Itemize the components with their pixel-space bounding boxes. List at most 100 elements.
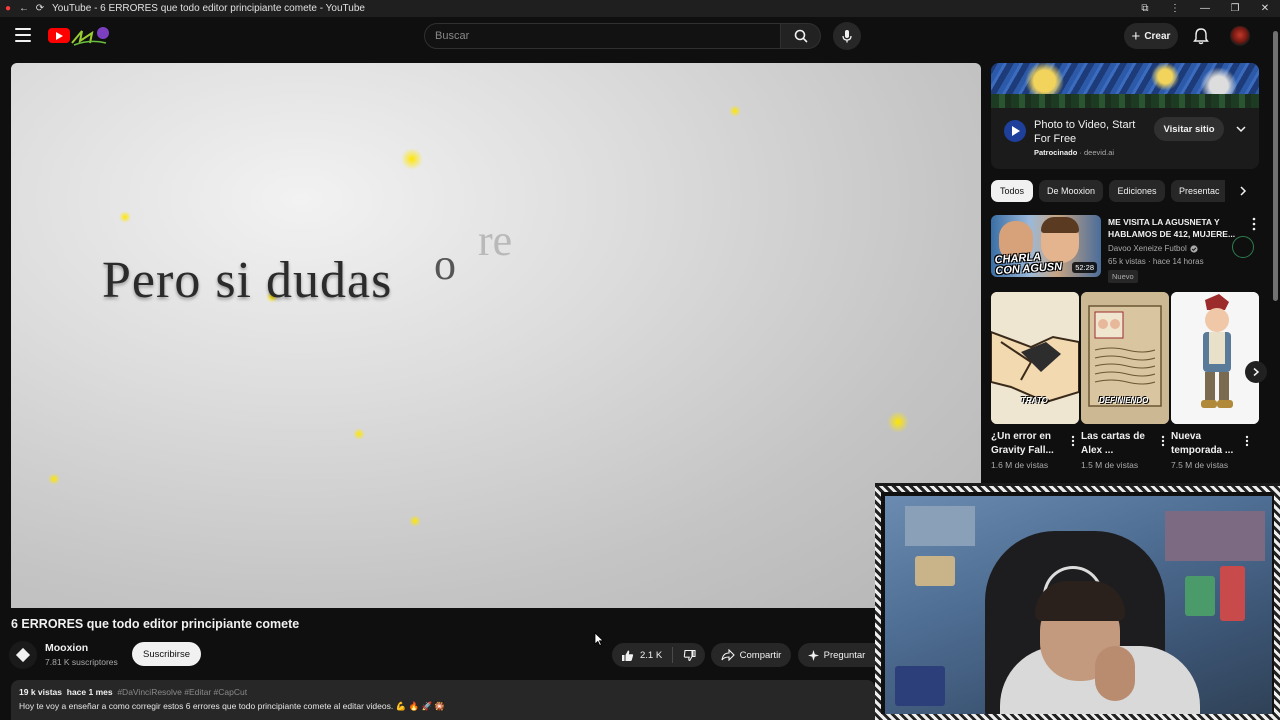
more-vert-icon[interactable] (1161, 435, 1165, 447)
window-title: YouTube - 6 ERRORES que todo editor prin… (52, 3, 365, 14)
ad-meta: Patrocinado · deevid.ai (1034, 148, 1115, 157)
short-item[interactable]: DEFINIENDO Las cartas de Alex ... 1.5 M … (1081, 292, 1169, 470)
subscriber-count: 7.81 K suscriptores (45, 657, 118, 667)
video-title: 6 ERRORES que todo editor principiante c… (11, 617, 300, 631)
video-player[interactable]: Pero si dudas o re (11, 63, 981, 608)
more-vert-icon[interactable] (1071, 435, 1075, 447)
upload-age: hace 1 mes (66, 687, 113, 697)
reload-icon[interactable]: ⟳ (32, 0, 48, 17)
short-thumbnail[interactable]: TRATO (991, 292, 1079, 424)
channel-avatar[interactable] (9, 641, 37, 669)
chevron-right-icon[interactable] (1237, 185, 1249, 197)
character-illustration (1171, 292, 1259, 424)
short-item[interactable]: Nueva temporada ... 7.5 M de vistas (1171, 292, 1259, 470)
thumbnail-hair (1041, 217, 1079, 233)
sparkle-decoration (401, 148, 423, 170)
description-meta: 19 k vistas hace 1 mes #DaVinciResolve #… (19, 687, 867, 697)
video-overlay-text-o: o (434, 240, 456, 289)
notifications-bell-icon[interactable] (1192, 27, 1210, 45)
chip-ediciones[interactable]: Ediciones (1109, 180, 1165, 202)
hamburger-menu-icon[interactable] (15, 28, 31, 42)
short-thumbnail[interactable] (1171, 292, 1259, 424)
restore-icon[interactable]: ❐ (1220, 3, 1250, 14)
new-badge: Nuevo (1108, 270, 1138, 283)
video-overlay-text: Pero si dudas (102, 252, 393, 309)
search-button[interactable] (781, 23, 821, 49)
chip-todos[interactable]: Todos (991, 180, 1033, 202)
youtube-logo[interactable] (48, 25, 110, 47)
subscribe-button[interactable]: Suscribirse (132, 642, 201, 666)
share-arrow-icon (721, 649, 735, 661)
sponsored-label: Patrocinado (1034, 148, 1078, 157)
webcam-frame-border (875, 486, 1280, 720)
window-titlebar: ● ← ⟳ YouTube - 6 ERRORES que todo edito… (0, 0, 1280, 17)
visit-site-button[interactable]: Visitar sitio (1154, 117, 1224, 141)
sponsored-ad-card[interactable]: Photo to Video, Start For Free Patrocina… (991, 63, 1259, 169)
like-count: 2.1 K (640, 649, 663, 661)
app-menu-icon[interactable]: ● (0, 0, 16, 17)
minimize-icon[interactable]: — (1190, 3, 1220, 14)
sparkle-ai-icon (807, 649, 819, 661)
extensions-icon[interactable]: ⧉ (1130, 3, 1160, 14)
youtube-play-icon (48, 28, 70, 43)
ad-title: Photo to Video, Start For Free (1034, 119, 1136, 145)
related-video-channel[interactable]: Davoo Xeneize Futbol (1108, 244, 1198, 253)
short-views: 1.6 M de vistas (991, 460, 1049, 470)
sparkle-decoration (119, 211, 131, 223)
video-duration: 52:28 (1072, 262, 1097, 273)
short-views: 7.5 M de vistas (1171, 460, 1229, 470)
back-arrow-icon[interactable]: ← (16, 0, 32, 17)
dislike-button[interactable] (673, 649, 705, 662)
chip-presentac[interactable]: Presentac (1171, 180, 1225, 202)
share-button[interactable]: Compartir (711, 643, 791, 667)
ask-label: Preguntar (823, 649, 866, 661)
scrollbar-thumb[interactable] (1273, 31, 1278, 301)
short-title[interactable]: Nueva temporada ... (1171, 430, 1247, 458)
mouse-cursor-icon (594, 632, 604, 646)
more-vert-icon[interactable] (1245, 435, 1249, 447)
more-options-icon[interactable]: ⋮ (1160, 3, 1190, 14)
more-vert-icon[interactable] (1252, 217, 1256, 231)
short-title[interactable]: ¿Un error en Gravity Fall... (991, 430, 1067, 458)
short-title[interactable]: Las cartas de Alex ... (1081, 430, 1157, 458)
video-overlay-text-re: re (478, 216, 513, 265)
logo-doodle-icon (71, 27, 109, 46)
related-video-views: 65 k vistas · hace 14 horas (1108, 257, 1204, 266)
chevron-down-icon[interactable] (1235, 123, 1247, 135)
ad-banner-trees (991, 94, 1259, 108)
voice-search-button[interactable] (833, 22, 861, 50)
sparkle-decoration (409, 515, 421, 527)
thumbs-up-icon (622, 650, 634, 661)
account-avatar[interactable] (1230, 26, 1250, 46)
create-button[interactable]: + Crear (1124, 23, 1178, 49)
short-item[interactable]: TRATO ¿Un error en Gravity Fall... 1.6 M… (991, 292, 1079, 470)
channel-name[interactable]: Mooxion (45, 642, 88, 654)
short-thumbnail[interactable]: DEFINIENDO (1081, 292, 1169, 424)
page-scrollbar[interactable] (1271, 17, 1280, 483)
shorts-next-button[interactable] (1245, 361, 1267, 383)
chip-de-mooxion[interactable]: De Mooxion (1039, 180, 1103, 202)
related-video-item[interactable]: CHARLA CON AGUSN 52:28 ME VISITA LA AGUSN… (991, 215, 1259, 283)
search-input[interactable]: Buscar (424, 23, 781, 49)
hashtags[interactable]: #DaVinciResolve #Editar #CapCut (117, 687, 247, 697)
sparkle-decoration (887, 411, 909, 433)
related-video-thumbnail[interactable]: CHARLA CON AGUSN 52:28 (991, 215, 1101, 277)
verified-check-icon (1190, 244, 1198, 253)
create-label: Crear (1144, 30, 1171, 42)
sparkle-decoration (48, 473, 60, 485)
ad-banner-image (991, 63, 1259, 108)
like-dislike-group: 2.1 K (612, 643, 705, 667)
close-icon[interactable]: ✕ (1250, 3, 1280, 14)
thumbnail-caption: CHARLA CON AGUSN (994, 251, 1062, 277)
related-video-title[interactable]: ME VISITA LA AGUSNETA Y HABLAMOS DE 412,… (1108, 216, 1246, 240)
sparkle-decoration (353, 428, 365, 440)
ask-button[interactable]: Preguntar (798, 643, 875, 667)
like-button[interactable]: 2.1 K (612, 649, 672, 662)
short-caption: TRATO (1021, 396, 1048, 405)
microphone-icon (842, 30, 852, 43)
description-text: Hoy te voy a enseñar a como corregir est… (19, 701, 445, 711)
description-box[interactable]: 19 k vistas hace 1 mes #DaVinciResolve #… (11, 680, 875, 720)
ad-logo-icon (1004, 120, 1026, 142)
related-filter-chips: Todos De Mooxion Ediciones Presentac (991, 180, 1259, 204)
short-views: 1.5 M de vistas (1081, 460, 1139, 470)
